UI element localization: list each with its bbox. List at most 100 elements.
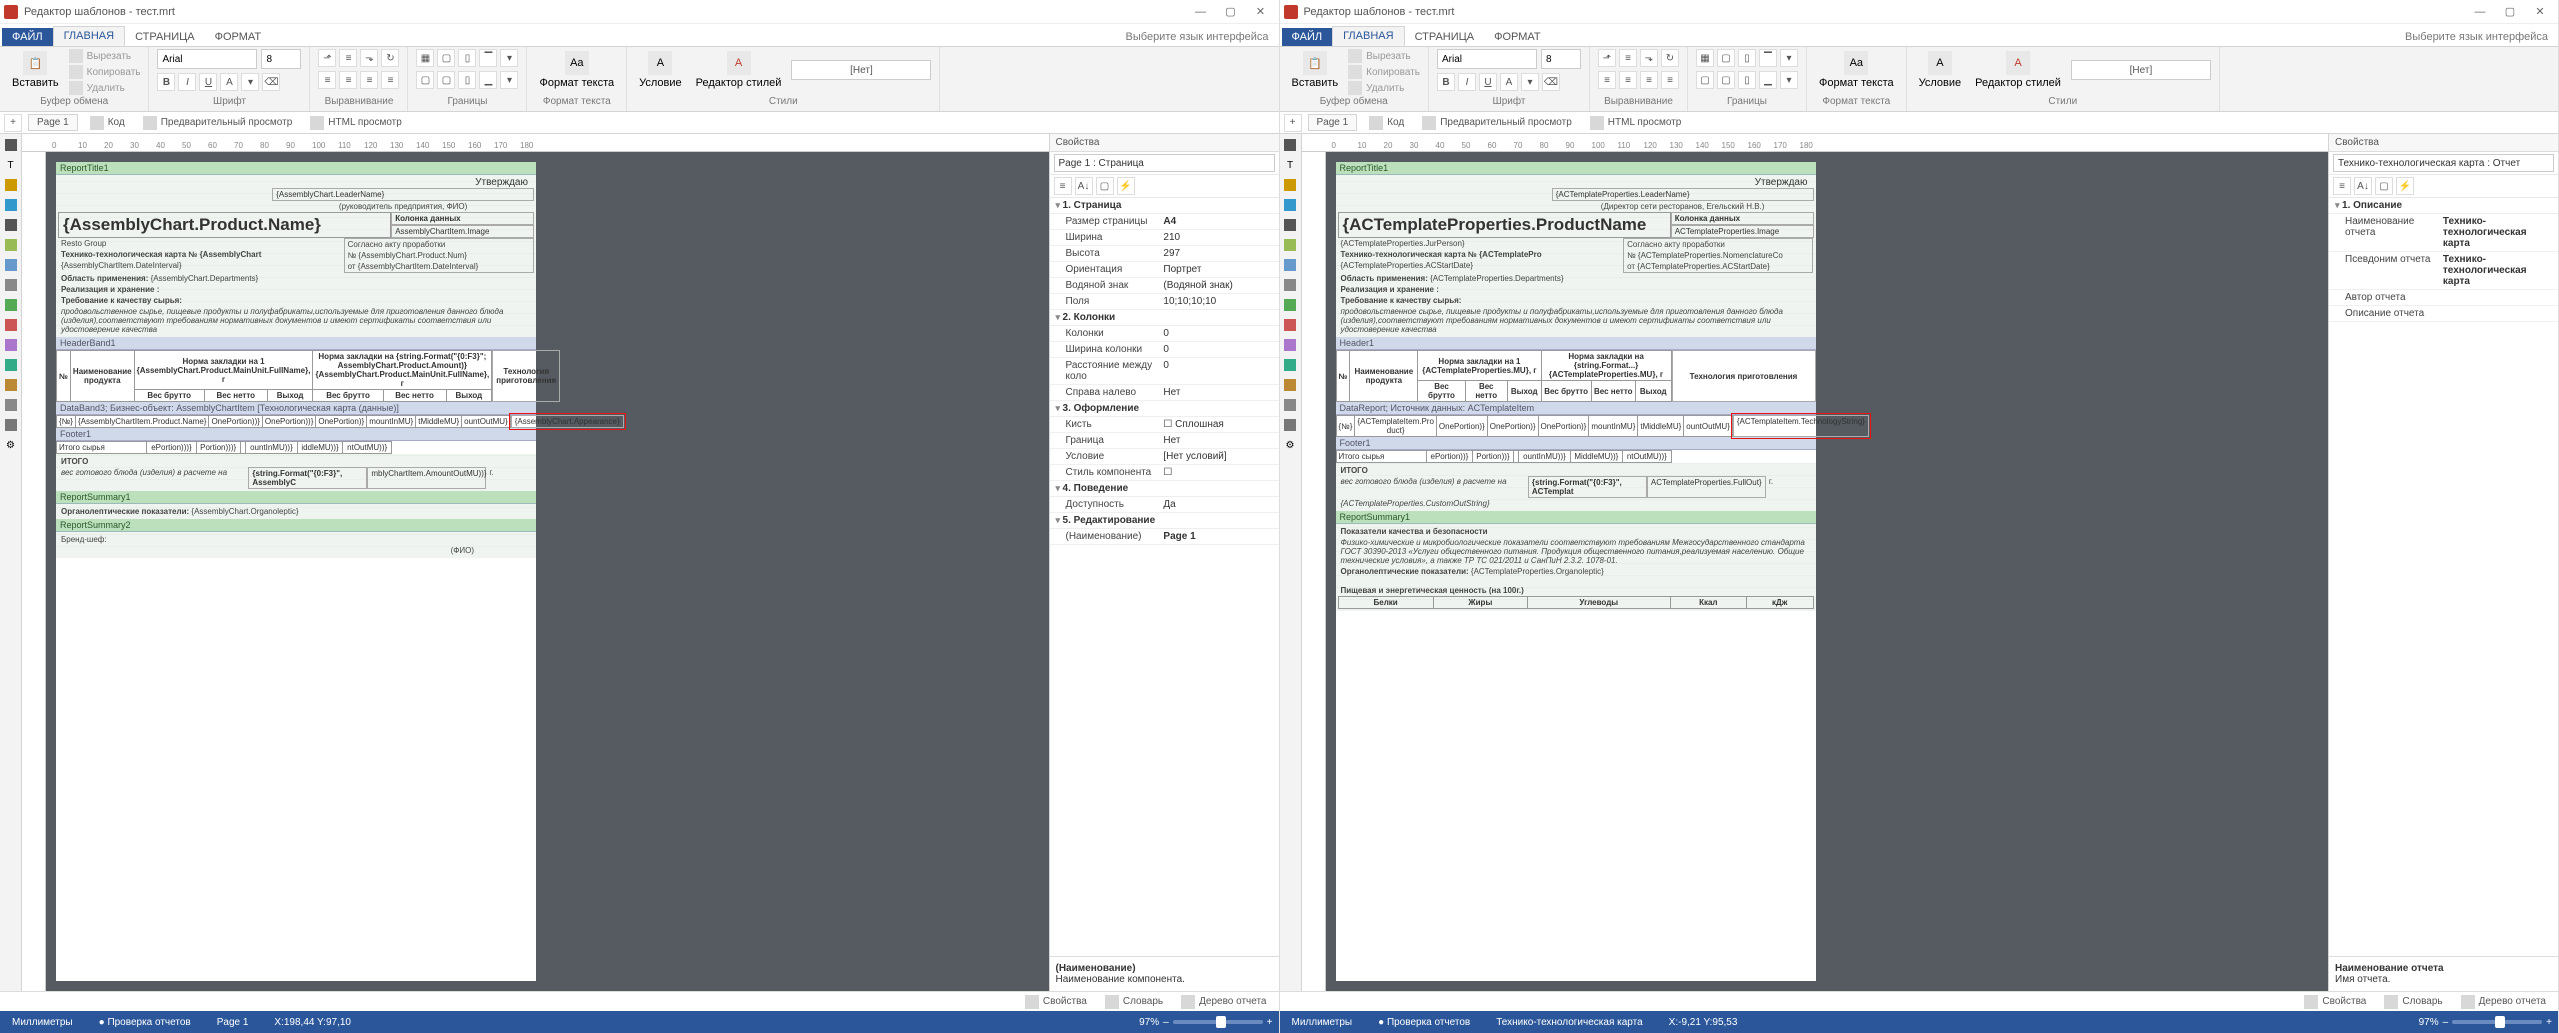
tab-file[interactable]: ФАЙЛ [2, 28, 53, 46]
lang-hint[interactable]: Выберите язык интерфейса [1116, 28, 1279, 46]
font-size-combo[interactable]: 8 [1541, 49, 1581, 69]
html-preview-button[interactable]: HTML просмотр [304, 114, 408, 132]
paste-button[interactable]: 📋 Вставить [8, 49, 63, 95]
tab-page[interactable]: СТРАНИЦА [1405, 28, 1485, 46]
props-az-button[interactable]: A↓ [1075, 177, 1093, 195]
minimize-button[interactable]: — [1187, 2, 1215, 22]
font-size-combo[interactable]: 8 [261, 49, 301, 69]
props-selector[interactable]: Технико-технологическая карта : Отчет [2333, 154, 2554, 172]
bold-button[interactable]: B [157, 73, 175, 91]
add-page-button[interactable]: + [1284, 114, 1302, 132]
tab-home[interactable]: ГЛАВНАЯ [1332, 26, 1404, 46]
zoom-control[interactable]: 97%– + [2419, 1017, 2552, 1028]
code-button[interactable]: Код [84, 114, 131, 132]
product-name[interactable]: {ACTemplateProperties.ProductName [1338, 212, 1671, 238]
tab-props[interactable]: Свойства [2298, 993, 2372, 1011]
props-group-page[interactable]: 1. Страница [1050, 198, 1279, 214]
delete-button[interactable]: Удалить [1348, 81, 1420, 95]
border-b2-button[interactable]: ▢ [437, 71, 455, 89]
leader-cell[interactable]: {AssemblyChart.LeaderName} [272, 188, 534, 201]
unit-label[interactable]: Миллиметры [6, 1015, 79, 1030]
copy-button[interactable]: Копировать [69, 65, 141, 79]
clear-format-button[interactable]: ⌫ [262, 73, 280, 91]
resto[interactable]: Resto Group [58, 238, 344, 249]
barcode-tool[interactable] [2, 216, 20, 234]
cut-button[interactable]: Вырезать [1348, 49, 1420, 63]
delete-button[interactable]: Удалить [69, 81, 141, 95]
border-bot-button[interactable]: ▁ [479, 71, 497, 89]
textfmt-button[interactable]: AaФормат текста [1815, 49, 1898, 91]
proto-num[interactable]: № {AssemblyChart.Product.Num} [345, 250, 533, 261]
tab-home[interactable]: ГЛАВНАЯ [53, 26, 125, 46]
preview-button[interactable]: Предварительный просмотр [137, 114, 299, 132]
text-tool[interactable]: T [2, 156, 20, 174]
clone-tool[interactable] [2, 276, 20, 294]
panel-tool[interactable] [2, 256, 20, 274]
align-bot-button[interactable]: ⬎ [360, 49, 378, 67]
border-right-button[interactable]: ▯ [458, 71, 476, 89]
align-center-button[interactable]: ≡ [339, 71, 357, 89]
tab-format[interactable]: ФОРМАТ [1484, 28, 1551, 46]
tab-page[interactable]: СТРАНИЦА [125, 28, 205, 46]
tab-tree[interactable]: Дерево отчета [1175, 993, 1272, 1011]
chart-tool[interactable] [2, 356, 20, 374]
cond-button[interactable]: AУсловие [1915, 49, 1966, 91]
proto[interactable]: Согласно акту проработки [345, 239, 533, 250]
border-left-button[interactable]: ▯ [458, 49, 476, 67]
settings-tool[interactable]: ⚙ [2, 436, 20, 454]
align-left-button[interactable]: ≡ [318, 71, 336, 89]
col-img[interactable]: AssemblyChartItem.Image [391, 225, 534, 238]
props-cat-button[interactable]: ≡ [1054, 177, 1072, 195]
image-tool[interactable] [2, 196, 20, 214]
data-band[interactable]: DataBand3; Бизнес-объект: AssemblyChartI… [56, 402, 536, 415]
cross-tool[interactable] [2, 416, 20, 434]
font-family-combo[interactable]: Arial [157, 49, 257, 69]
minimize-button[interactable]: — [2466, 2, 2494, 22]
tab-format[interactable]: ФОРМАТ [205, 28, 272, 46]
ttk-num[interactable]: Технико-технологическая карта № {Assembl… [58, 249, 344, 260]
border-style-button[interactable]: ▾ [500, 71, 518, 89]
maximize-button[interactable]: ▢ [2496, 2, 2524, 22]
header-band[interactable]: HeaderBand1 [56, 337, 536, 350]
ziptool[interactable] [2, 336, 20, 354]
style-editor-button[interactable]: A Редактор стилей [692, 49, 786, 91]
align-top-button[interactable]: ⬏ [318, 49, 336, 67]
rotate-button[interactable]: ↻ [381, 49, 399, 67]
border-all-button[interactable]: ▦ [416, 49, 434, 67]
quality-text[interactable]: продовольственное сырье, пищевые продукт… [58, 306, 534, 335]
paste-button[interactable]: 📋Вставить [1288, 49, 1343, 95]
hand-tool[interactable] [2, 176, 20, 194]
align-just-button[interactable]: ≡ [381, 71, 399, 89]
tab-file[interactable]: ФАЙЛ [1282, 28, 1333, 46]
close-button[interactable]: ✕ [2526, 2, 2554, 22]
reporttitle-band[interactable]: ReportTitle1 [56, 162, 536, 175]
underline-button[interactable]: U [199, 73, 217, 91]
page-tab[interactable]: Page 1 [28, 114, 78, 131]
gauge-tool[interactable] [2, 396, 20, 414]
tab-props[interactable]: Свойства [1019, 993, 1093, 1011]
style-combo[interactable]: [Нет] [791, 60, 931, 80]
border-b1-button[interactable]: ▢ [416, 71, 434, 89]
props-group-cols[interactable]: 2. Колонки [1050, 310, 1279, 326]
props-group-design[interactable]: 3. Оформление [1050, 401, 1279, 417]
preview-button[interactable]: Предварительный просмотр [1416, 114, 1578, 132]
props-selector[interactable]: Page 1 : Страница [1054, 154, 1275, 172]
tab-dict[interactable]: Словарь [1099, 993, 1169, 1011]
lang-hint[interactable]: Выберите язык интерфейса [2395, 28, 2558, 46]
props-ev-button[interactable]: ⚡ [1117, 177, 1135, 195]
code-button[interactable]: Код [1363, 114, 1410, 132]
border-none-button[interactable]: ▢ [437, 49, 455, 67]
copy-button[interactable]: Копировать [1348, 65, 1420, 79]
shape-tool[interactable] [2, 236, 20, 254]
appearance-cell[interactable]: {AssemblyChart.Appearance} [511, 415, 624, 428]
align-right-button[interactable]: ≡ [360, 71, 378, 89]
tech-string-cell[interactable]: {ACTemplateItem.TechnologyString} [1733, 415, 1869, 437]
props-group-behav[interactable]: 4. Поведение [1050, 481, 1279, 497]
tech-head[interactable]: Технология приготовления [492, 350, 560, 402]
tab-tree[interactable]: Дерево отчета [2455, 993, 2552, 1011]
cut-button[interactable]: Вырезать [69, 49, 141, 63]
tab-dict[interactable]: Словарь [2378, 993, 2448, 1011]
add-page-button[interactable]: + [4, 114, 22, 132]
summary2-band[interactable]: ReportSummary2 [56, 519, 536, 532]
style-editor-button[interactable]: AРедактор стилей [1971, 49, 2065, 91]
